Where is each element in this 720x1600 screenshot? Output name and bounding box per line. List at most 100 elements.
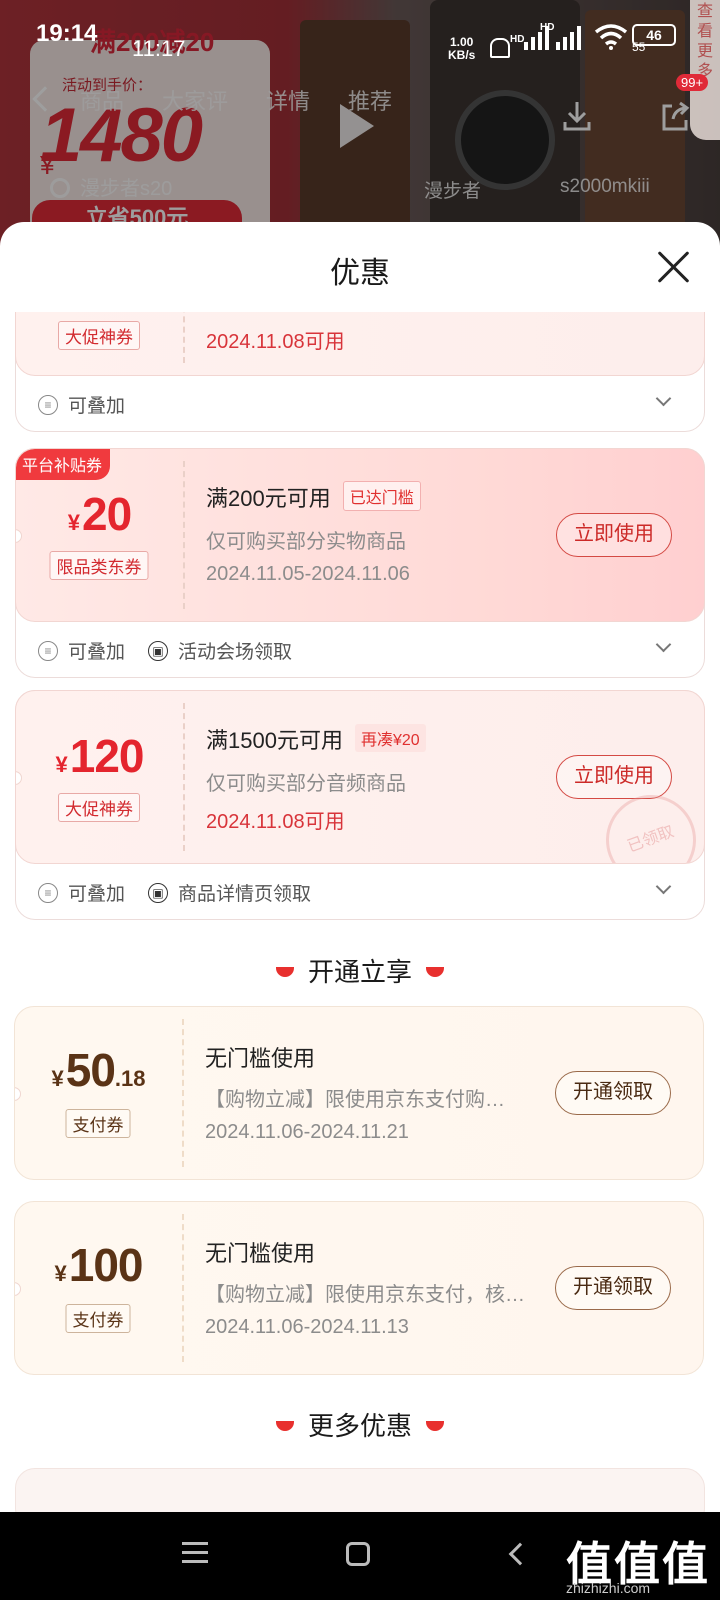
currency-symbol: ¥ xyxy=(51,1066,64,1091)
status-bar: 19:14 11:17 1.00 KB/s HD HD 46 55 xyxy=(0,0,720,70)
stackable-info: ≡ 可叠加 xyxy=(38,391,125,418)
coupon-amount: ¥100 xyxy=(15,1238,182,1292)
activate-claim-button[interactable]: 开通领取 xyxy=(555,1266,671,1310)
mute-bell-icon xyxy=(490,38,510,58)
condition-text: 满200元可用 xyxy=(206,486,331,511)
coupon-card: ¥100 支付券 无门槛使用 【购物立减】限使用京东支付，核… 2024.11.… xyxy=(14,1201,704,1375)
coupon-amount: ¥120 xyxy=(16,729,183,783)
activate-claim-button[interactable]: 开通领取 xyxy=(555,1071,671,1115)
coupon-type-tag: 限品类东券 xyxy=(49,551,149,580)
watermark-url: zhizhizhi.com xyxy=(566,1580,651,1596)
menu-icon[interactable] xyxy=(182,1542,208,1564)
coupon-date: 2024.11.06-2024.11.21 xyxy=(205,1121,409,1143)
coupon-item: ¥120 大促神券 满1500元可用 再凑¥20 仅可购买部分音频商品 2024.… xyxy=(15,690,705,920)
smile-decor-icon xyxy=(426,1421,444,1431)
currency-symbol: ¥ xyxy=(54,1261,67,1286)
coupon-footer[interactable]: ≡ 可叠加 ▣ 商品详情页领取 xyxy=(16,865,706,919)
status-time: 19:14 xyxy=(36,20,98,47)
wifi-icon xyxy=(594,24,628,50)
coupon-card: ¥120 大促神券 满1500元可用 再凑¥20 仅可购买部分音频商品 2024.… xyxy=(15,690,705,864)
count-badge: 99+ xyxy=(676,74,709,91)
stackable-label: 可叠加 xyxy=(68,396,126,417)
source-info: ▣ 活动会场领取 xyxy=(148,637,292,664)
hd-label: HD xyxy=(540,22,555,33)
coupon-item-partial xyxy=(15,1468,705,1512)
close-icon[interactable] xyxy=(656,248,692,284)
stackable-info: ≡ 可叠加 xyxy=(38,637,125,664)
stackable-label: 可叠加 xyxy=(68,642,126,663)
net-speed-unit: KB/s xyxy=(448,48,476,62)
coupon-footer[interactable]: ≡ 可叠加 ▣ 活动会场领取 xyxy=(16,623,706,677)
condition-text: 满1500元可用 xyxy=(206,728,343,753)
source-info: ▣ 商品详情页领取 xyxy=(148,879,311,906)
coupon-ribbon: 平台补贴券 xyxy=(16,449,111,480)
section-open-header: 开通立享 xyxy=(0,952,720,989)
amount-value: 120 xyxy=(69,730,145,782)
currency-symbol: ¥ xyxy=(55,752,68,777)
coupon-date: 2024.11.08可用 xyxy=(206,811,345,833)
status-time-overlay: 11:17 xyxy=(132,36,186,61)
coupon-type-tag: 大促神券 xyxy=(58,793,140,822)
coupon-list[interactable]: 大促神券 2024.11.08可用 ≡ 可叠加 平台补贴券 ¥20 限品类东券 满… xyxy=(0,312,720,1512)
smile-decor-icon xyxy=(275,967,294,977)
coupon-condition: 无门槛使用 xyxy=(205,1046,316,1071)
use-now-button[interactable]: 立即使用 xyxy=(556,755,672,799)
chevron-down-icon[interactable] xyxy=(655,878,672,895)
stackable-info: ≡ 可叠加 xyxy=(38,879,125,906)
coupon-footer[interactable]: ≡ 可叠加 xyxy=(16,377,706,431)
stack-icon: ≡ xyxy=(38,394,58,415)
coupon-item: 平台补贴券 ¥20 限品类东券 满200元可用 已达门槛 仅可购买部分实物商品 2… xyxy=(15,448,705,678)
coupon-card: 大促神券 2024.11.08可用 xyxy=(15,312,705,376)
chevron-down-icon[interactable] xyxy=(655,636,672,653)
coupon-type-tag: 大促神券 xyxy=(58,321,140,350)
stackable-label: 可叠加 xyxy=(68,884,126,905)
amount-value: 20 xyxy=(82,488,132,540)
coupon-date: 2024.11.08可用 xyxy=(206,331,345,353)
home-icon[interactable] xyxy=(346,1542,370,1566)
coupon-amount: ¥50.18 xyxy=(15,1043,182,1097)
gap-chip: 再凑¥20 xyxy=(354,724,426,752)
section-more-header: 更多优惠 xyxy=(0,1406,720,1443)
stack-icon: ≡ xyxy=(38,882,58,903)
net-speed: 1.00 KB/s xyxy=(448,36,475,62)
coupon-type-tag: 支付券 xyxy=(65,1109,131,1138)
coupon-condition: 满1500元可用 再凑¥20 xyxy=(206,723,426,755)
pay-coupon-item: ¥50.18 支付券 无门槛使用 【购物立减】限使用京东支付购… 2024.11… xyxy=(14,1006,705,1183)
battery-overlay: 55 xyxy=(632,40,646,54)
amount-value: 50 xyxy=(65,1044,116,1096)
coupon-desc: 【购物立减】限使用京东支付购… xyxy=(205,1089,505,1111)
threshold-chip: 已达门槛 xyxy=(342,481,421,511)
currency-symbol: ¥ xyxy=(67,510,81,535)
amount-decimal: .18 xyxy=(114,1066,146,1091)
coupon-card: ¥50.18 支付券 无门槛使用 【购物立减】限使用京东支付购… 2024.11… xyxy=(14,1006,704,1180)
back-icon[interactable] xyxy=(508,1542,532,1566)
section-title: 开通立享 xyxy=(307,957,412,987)
coupon-desc: 仅可购买部分音频商品 xyxy=(206,773,406,795)
pay-coupon-item: ¥100 支付券 无门槛使用 【购物立减】限使用京东支付，核… 2024.11.… xyxy=(14,1201,705,1378)
coupon-desc: 【购物立减】限使用京东支付，核… xyxy=(205,1284,525,1306)
system-nav-bar: 值值值 zhizhizhi.com xyxy=(0,1512,720,1600)
smile-decor-icon xyxy=(426,967,444,977)
chevron-down-icon[interactable] xyxy=(655,390,672,407)
coupon-type-tag: 支付券 xyxy=(65,1304,131,1333)
section-title: 更多优惠 xyxy=(307,1411,412,1441)
coupon-desc: 仅可购买部分实物商品 xyxy=(206,531,406,553)
coupon-condition: 满200元可用 已达门槛 xyxy=(206,481,421,513)
venue-icon: ▣ xyxy=(148,882,168,903)
hd-label: HD xyxy=(510,34,525,45)
signal-icon xyxy=(556,24,581,50)
source-label: 商品详情页领取 xyxy=(178,884,312,905)
coupon-sheet: 优惠 大促神券 2024.11.08可用 ≡ 可叠加 平台补贴券 ¥20 限品类… xyxy=(0,222,720,1512)
coupon-date: 2024.11.05-2024.11.06 xyxy=(206,563,410,585)
coupon-card: 平台补贴券 ¥20 限品类东券 满200元可用 已达门槛 仅可购买部分实物商品 2… xyxy=(15,448,705,622)
amount-value: 100 xyxy=(68,1239,144,1291)
smile-decor-icon xyxy=(275,1421,294,1431)
coupon-item: 大促神券 2024.11.08可用 ≡ 可叠加 xyxy=(15,312,705,432)
source-label: 活动会场领取 xyxy=(178,642,293,663)
stack-icon: ≡ xyxy=(38,640,58,661)
sheet-title: 优惠 xyxy=(330,257,390,290)
net-speed-value: 1.00 xyxy=(449,35,474,49)
use-now-button[interactable]: 立即使用 xyxy=(556,513,672,557)
coupon-condition: 无门槛使用 xyxy=(205,1241,316,1266)
venue-icon: ▣ xyxy=(148,640,168,661)
